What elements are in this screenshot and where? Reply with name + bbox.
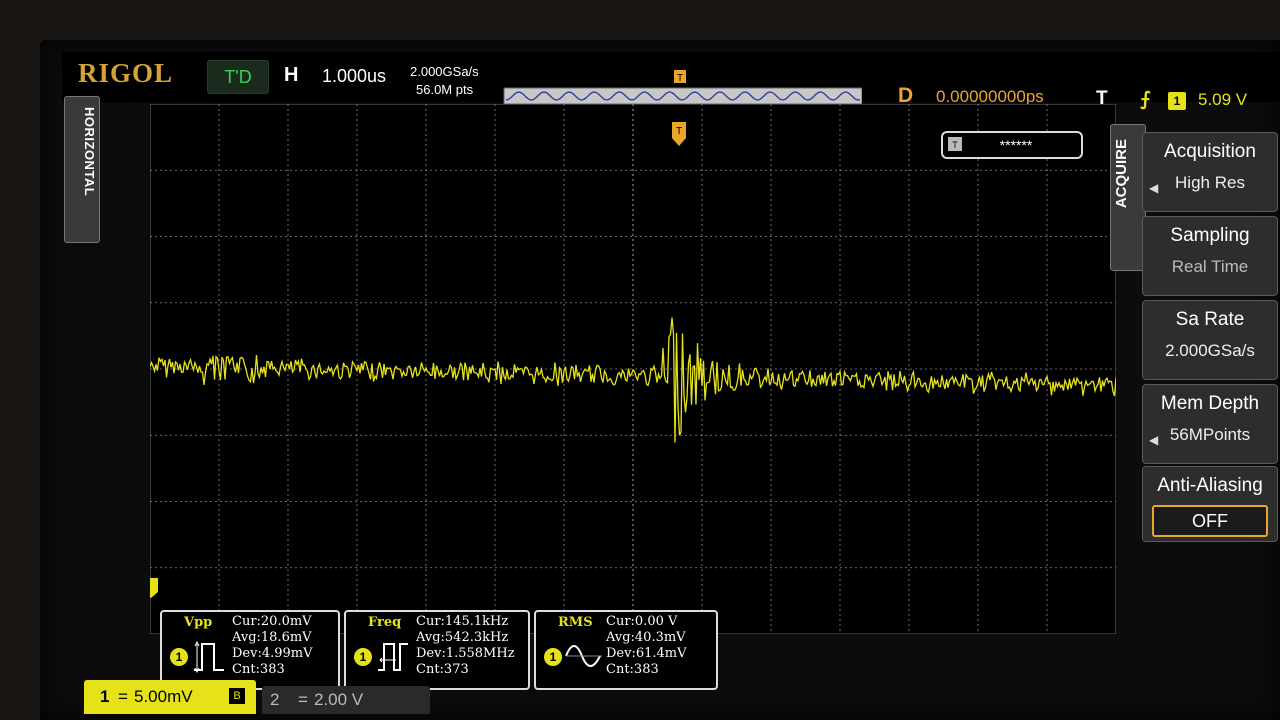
measurement-freq[interactable]: Freq Cur:145.1kHz Avg:542.3kHz Dev:1.558… [344, 610, 530, 690]
freq-pulse-icon [378, 643, 408, 671]
trigger-level-value[interactable]: 5.09 V [1198, 90, 1247, 110]
anti-aliasing-menu-item[interactable]: Anti-Aliasing OFF [1142, 466, 1278, 542]
mem-depth-menu-item[interactable]: Mem Depth 56MPoints ◀ [1142, 384, 1278, 464]
measurement-avg: Avg:542.3kHz [416, 630, 509, 645]
anti-aliasing-label: Anti-Aliasing [1157, 475, 1263, 496]
horizontal-tab-label: HORIZONTAL [82, 107, 97, 197]
measurement-avg: Avg:40.3mV [606, 630, 686, 645]
run-state-badge[interactable]: T'D [207, 60, 269, 94]
measurement-cur: Cur:145.1kHz [416, 614, 509, 629]
acquisition-label: Acquisition [1164, 141, 1256, 162]
measurement-cnt: Cnt:373 [416, 662, 469, 677]
mem-depth-label: Mem Depth [1160, 393, 1260, 414]
svg-text:T: T [952, 140, 958, 150]
measurement-channel-badge: 1 [170, 648, 188, 666]
memory-overview-bar[interactable]: T [500, 70, 862, 108]
rms-sine-icon [565, 645, 602, 667]
channel2-number: 2 [270, 690, 280, 709]
mem-depth-value: 56MPoints [1169, 425, 1251, 444]
measurement-channel-badge: 1 [544, 648, 562, 666]
channel1-coupling: = [118, 687, 128, 706]
timebase-value[interactable]: 1.000us [322, 66, 386, 87]
left-arrow-icon: ◀ [1149, 433, 1159, 447]
channel1-scale: 5.00mV [134, 687, 193, 706]
sa-rate-menu-item[interactable]: Sa Rate 2.000GSa/s [1142, 300, 1278, 380]
measurement-avg: Avg:18.6mV [232, 630, 312, 645]
acquire-menu-tab[interactable]: ACQUIRE [1110, 124, 1146, 271]
sample-rate-readout: 2.000GSa/s [410, 64, 479, 79]
trigger-source-badge: 1 [1168, 92, 1186, 110]
measurement-rms[interactable]: RMS Cur:0.00 V Avg:40.3mV Dev:61.4mV Cnt… [534, 610, 718, 690]
brand-logo: RIGOL [78, 58, 174, 88]
left-arrow-icon: ◀ [1149, 181, 1159, 195]
measurement-name: Freq [368, 615, 402, 630]
vpp-pulse-icon [194, 640, 224, 674]
acquire-tab-label: ACQUIRE [1113, 139, 1130, 209]
measurement-cur: Cur:20.0mV [232, 614, 312, 629]
acquisition-menu-item[interactable]: Acquisition High Res ◀ [1142, 132, 1278, 212]
bandwidth-limit-icon: B [229, 688, 245, 704]
rising-edge-icon: ⨍ [1140, 89, 1151, 110]
measurement-cur: Cur:0.00 V [606, 614, 678, 629]
sampling-label: Sampling [1170, 225, 1250, 246]
trigger-position-label: T [677, 73, 683, 84]
horizontal-label: H [284, 64, 299, 86]
channel1-number: 1 [100, 687, 110, 706]
sa-rate-label: Sa Rate [1175, 309, 1245, 330]
horizontal-menu-tab[interactable]: HORIZONTAL [64, 96, 100, 243]
anti-aliasing-value[interactable]: OFF [1152, 505, 1268, 537]
measurement-name: RMS [558, 615, 593, 630]
channel2-scale: 2.00 V [314, 690, 364, 709]
channel2-button[interactable]: 2 = 2.00 V [262, 686, 430, 714]
trigger-status-box: T ****** [941, 131, 1083, 159]
measurement-cnt: Cnt:383 [606, 662, 659, 677]
channel2-coupling: = [298, 690, 308, 709]
sampling-menu-item[interactable]: Sampling Real Time [1142, 216, 1278, 296]
sa-rate-value: 2.000GSa/s [1165, 341, 1255, 360]
acquisition-value: High Res [1175, 173, 1245, 192]
measurement-dev: Dev:61.4mV [606, 646, 687, 661]
waveform-display[interactable]: T T ****** 1 [150, 104, 1116, 634]
measurement-name: Vpp [184, 615, 213, 630]
sampling-value: Real Time [1171, 257, 1249, 276]
measurement-dev: Dev:1.558MHz [416, 646, 515, 661]
trigger-top-label: T [676, 126, 682, 137]
measurement-cnt: Cnt:383 [232, 662, 285, 677]
channel1-button[interactable]: 1 = 5.00mV B [84, 680, 256, 714]
memory-points-readout: 56.0M pts [416, 82, 474, 97]
measurement-dev: Dev:4.99mV [232, 646, 313, 661]
measurement-vpp[interactable]: Vpp Cur:20.0mV Avg:18.6mV Dev:4.99mV Cnt… [160, 610, 340, 690]
measurement-channel-badge: 1 [354, 648, 372, 666]
memory-window [503, 87, 862, 105]
trigger-status-text: ****** [1000, 137, 1033, 153]
